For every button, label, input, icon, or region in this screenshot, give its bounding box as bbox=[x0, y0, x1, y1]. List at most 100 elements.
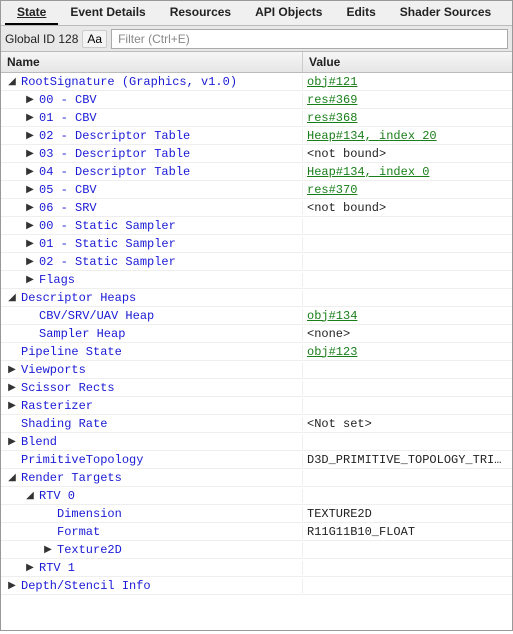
row-label: RTV 1 bbox=[39, 561, 75, 575]
row-label: 01 - Static Sampler bbox=[39, 237, 176, 251]
tree-row[interactable]: ▶03 - Descriptor Table<not bound> bbox=[1, 145, 512, 163]
filter-input[interactable] bbox=[111, 29, 508, 49]
row-label: Texture2D bbox=[57, 543, 122, 557]
value-link[interactable]: Heap#134, index 0 bbox=[307, 165, 429, 179]
tab-api-objects[interactable]: API Objects bbox=[243, 1, 334, 25]
tree-row[interactable]: ▶00 - CBVres#369 bbox=[1, 91, 512, 109]
row-name-cell: ▶ Blend bbox=[1, 435, 303, 449]
row-value-cell[interactable]: Heap#134, index 20 bbox=[303, 129, 512, 143]
row-value-cell[interactable]: res#368 bbox=[303, 111, 512, 125]
row-value-cell[interactable]: obj#123 bbox=[303, 345, 512, 359]
tree-row[interactable]: ▶Rasterizer bbox=[1, 397, 512, 415]
row-name-cell: ◢ RTV 0 bbox=[1, 489, 303, 503]
tree-row[interactable]: ▶CBV/SRV/UAV Heapobj#134 bbox=[1, 307, 512, 325]
expand-icon[interactable]: ▶ bbox=[25, 238, 35, 250]
tree-row[interactable]: ▶FormatR11G11B10_FLOAT bbox=[1, 523, 512, 541]
collapse-icon[interactable]: ◢ bbox=[7, 472, 17, 484]
tree-row[interactable]: ▶02 - Descriptor TableHeap#134, index 20 bbox=[1, 127, 512, 145]
tree-row[interactable]: ▶Depth/Stencil Info bbox=[1, 577, 512, 595]
tab-edits[interactable]: Edits bbox=[334, 1, 387, 25]
tree-row[interactable]: ▶01 - CBV res#368 bbox=[1, 109, 512, 127]
value-link[interactable]: res#370 bbox=[307, 183, 357, 197]
row-label: RTV 0 bbox=[39, 489, 75, 503]
tree-row[interactable]: ◢ RTV 0 bbox=[1, 487, 512, 505]
row-value-cell[interactable]: res#370 bbox=[303, 183, 512, 197]
expand-icon[interactable]: ▶ bbox=[7, 580, 17, 592]
row-name-cell: ◢RootSignature (Graphics, v1.0) bbox=[1, 75, 303, 89]
row-label: Descriptor Heaps bbox=[21, 291, 136, 305]
tree-row[interactable]: ▶06 - SRV<not bound> bbox=[1, 199, 512, 217]
row-label: Dimension bbox=[57, 507, 122, 521]
case-toggle-button[interactable]: Aa bbox=[82, 30, 107, 48]
tree-row[interactable]: ◢RootSignature (Graphics, v1.0) obj#121 bbox=[1, 73, 512, 91]
tree-row[interactable]: ▶Flags bbox=[1, 271, 512, 289]
tree-row[interactable]: ◢Render Targets bbox=[1, 469, 512, 487]
tree-row[interactable]: ▶ Blend bbox=[1, 433, 512, 451]
tab-resources[interactable]: Resources bbox=[158, 1, 243, 25]
value-text: <none> bbox=[307, 327, 350, 341]
tree-row[interactable]: ▶Pipeline Stateobj#123 bbox=[1, 343, 512, 361]
expand-icon[interactable]: ▶ bbox=[25, 94, 35, 106]
row-name-cell: ▶01 - CBV bbox=[1, 111, 303, 125]
expand-icon[interactable]: ▶ bbox=[25, 202, 35, 214]
value-link[interactable]: obj#134 bbox=[307, 309, 357, 323]
row-value-cell[interactable]: res#369 bbox=[303, 93, 512, 107]
row-value-cell[interactable]: obj#121 bbox=[303, 75, 512, 89]
row-name-cell: ▶02 - Static Sampler bbox=[1, 255, 303, 269]
expand-icon[interactable]: ▶ bbox=[7, 436, 17, 448]
expand-icon[interactable]: ▶ bbox=[25, 148, 35, 160]
row-name-cell: ▶Depth/Stencil Info bbox=[1, 579, 303, 593]
expand-icon[interactable]: ▶ bbox=[25, 130, 35, 142]
tree-row[interactable]: ▶ 01 - Static Sampler bbox=[1, 235, 512, 253]
tree-row[interactable]: ◢ Descriptor Heaps bbox=[1, 289, 512, 307]
expand-icon[interactable]: ▶ bbox=[25, 274, 35, 286]
expand-icon[interactable]: ▶ bbox=[25, 184, 35, 196]
tree-row[interactable]: ▶ RTV 1 bbox=[1, 559, 512, 577]
expand-icon[interactable]: ▶ bbox=[25, 256, 35, 268]
row-label: 04 - Descriptor Table bbox=[39, 165, 190, 179]
expand-icon[interactable]: ▶ bbox=[25, 220, 35, 232]
tree-row[interactable]: ▶PrimitiveTopologyD3D_PRIMITIVE_TOPOLOGY… bbox=[1, 451, 512, 469]
tree-row[interactable]: ▶ 04 - Descriptor Table Heap#134, index 0 bbox=[1, 163, 512, 181]
expand-icon[interactable]: ▶ bbox=[7, 400, 17, 412]
header-name[interactable]: Name bbox=[1, 52, 303, 72]
collapse-icon[interactable]: ◢ bbox=[25, 490, 35, 502]
row-value-cell[interactable]: obj#134 bbox=[303, 309, 512, 323]
value-link[interactable]: obj#123 bbox=[307, 345, 357, 359]
row-name-cell: ▶ 04 - Descriptor Table bbox=[1, 165, 303, 179]
tree-row[interactable]: ▶Sampler Heap<none> bbox=[1, 325, 512, 343]
tab-state[interactable]: State bbox=[5, 1, 58, 25]
value-link[interactable]: Heap#134, index 20 bbox=[307, 129, 437, 143]
tree-row[interactable]: ▶DimensionTEXTURE2D bbox=[1, 505, 512, 523]
value-link[interactable]: res#368 bbox=[307, 111, 357, 125]
tree-row[interactable]: ▶Shading Rate<Not set> bbox=[1, 415, 512, 433]
expand-icon[interactable]: ▶ bbox=[43, 544, 53, 556]
tree-view[interactable]: ◢RootSignature (Graphics, v1.0)obj#121▶0… bbox=[1, 73, 512, 634]
tree-row[interactable]: ▶Scissor Rects bbox=[1, 379, 512, 397]
value-link[interactable]: obj#121 bbox=[307, 75, 357, 89]
header-value[interactable]: Value bbox=[303, 52, 512, 72]
row-label: Blend bbox=[21, 435, 57, 449]
row-name-cell: ▶Scissor Rects bbox=[1, 381, 303, 395]
tree-row[interactable]: ▶00 - Static Sampler bbox=[1, 217, 512, 235]
expand-icon[interactable]: ▶ bbox=[7, 382, 17, 394]
tab-event-details[interactable]: Event Details bbox=[58, 1, 157, 25]
value-link[interactable]: res#369 bbox=[307, 93, 357, 107]
expand-icon[interactable]: ▶ bbox=[7, 364, 17, 376]
tree-row[interactable]: ▶02 - Static Sampler bbox=[1, 253, 512, 271]
value-text: TEXTURE2D bbox=[307, 507, 372, 521]
tab-shader-sources[interactable]: Shader Sources bbox=[388, 1, 503, 25]
row-name-cell: ▶00 - Static Sampler bbox=[1, 219, 303, 233]
tree-row[interactable]: ▶ Texture2D bbox=[1, 541, 512, 559]
row-name-cell: ▶ RTV 1 bbox=[1, 561, 303, 575]
expand-icon[interactable]: ▶ bbox=[25, 112, 35, 124]
expand-icon[interactable]: ▶ bbox=[25, 166, 35, 178]
row-label: 03 - Descriptor Table bbox=[39, 147, 190, 161]
row-name-cell: ▶ Texture2D bbox=[1, 543, 303, 557]
row-value-cell[interactable]: Heap#134, index 0 bbox=[303, 165, 512, 179]
tree-row[interactable]: ▶Viewports bbox=[1, 361, 512, 379]
tree-row[interactable]: ▶05 - CBVres#370 bbox=[1, 181, 512, 199]
collapse-icon[interactable]: ◢ bbox=[7, 292, 17, 304]
collapse-icon[interactable]: ◢ bbox=[7, 76, 17, 88]
expand-icon[interactable]: ▶ bbox=[25, 562, 35, 574]
